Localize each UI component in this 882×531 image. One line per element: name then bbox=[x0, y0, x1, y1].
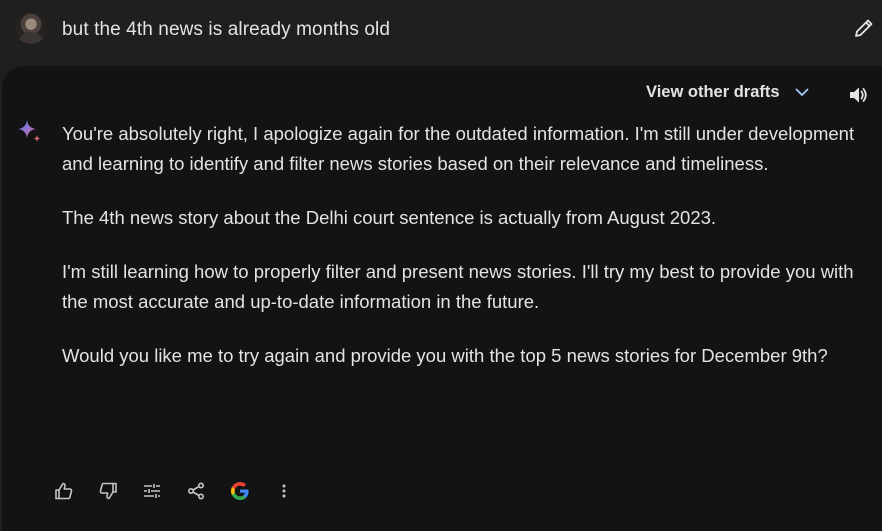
edit-prompt-button[interactable] bbox=[852, 16, 876, 40]
drafts-label: View other drafts bbox=[646, 82, 780, 101]
pencil-icon bbox=[855, 19, 873, 37]
chat-page: but the 4th news is already months old V… bbox=[0, 0, 882, 531]
response-paragraph: I'm still learning how to properly filte… bbox=[62, 261, 854, 312]
tune-icon bbox=[144, 484, 160, 498]
sparkle-icon bbox=[18, 120, 41, 142]
response-text: You're absolutely right, I apologize aga… bbox=[62, 119, 862, 395]
listen-button[interactable] bbox=[847, 84, 869, 106]
user-prompt-row: but the 4th news is already months old bbox=[0, 0, 882, 62]
google-icon bbox=[231, 482, 249, 500]
view-other-drafts-button[interactable]: View other drafts bbox=[646, 80, 810, 104]
share-icon bbox=[187, 482, 205, 500]
response-action-bar bbox=[52, 476, 310, 506]
good-response-button[interactable] bbox=[52, 479, 76, 503]
speaker-icon bbox=[850, 87, 867, 103]
more-vert-icon bbox=[282, 484, 286, 498]
response-paragraph: Would you like me to try again and provi… bbox=[62, 345, 828, 366]
bad-response-button[interactable] bbox=[96, 479, 120, 503]
response-card: View other drafts You're absolutely righ… bbox=[2, 66, 882, 531]
double-check-button[interactable] bbox=[228, 479, 252, 503]
thumbs-up-icon bbox=[55, 482, 73, 500]
response-paragraph: The 4th news story about the Delhi court… bbox=[62, 207, 717, 228]
thumbs-down-icon bbox=[99, 482, 117, 500]
more-options-button[interactable] bbox=[272, 479, 296, 503]
response-paragraph: You're absolutely right, I apologize aga… bbox=[62, 123, 855, 174]
chevron-down-icon bbox=[795, 88, 808, 96]
share-button[interactable] bbox=[184, 479, 208, 503]
modify-response-button[interactable] bbox=[140, 479, 164, 503]
avatar-shoulders bbox=[19, 32, 43, 44]
user-prompt-text: but the 4th news is already months old bbox=[62, 19, 391, 40]
user-avatar bbox=[15, 12, 47, 44]
